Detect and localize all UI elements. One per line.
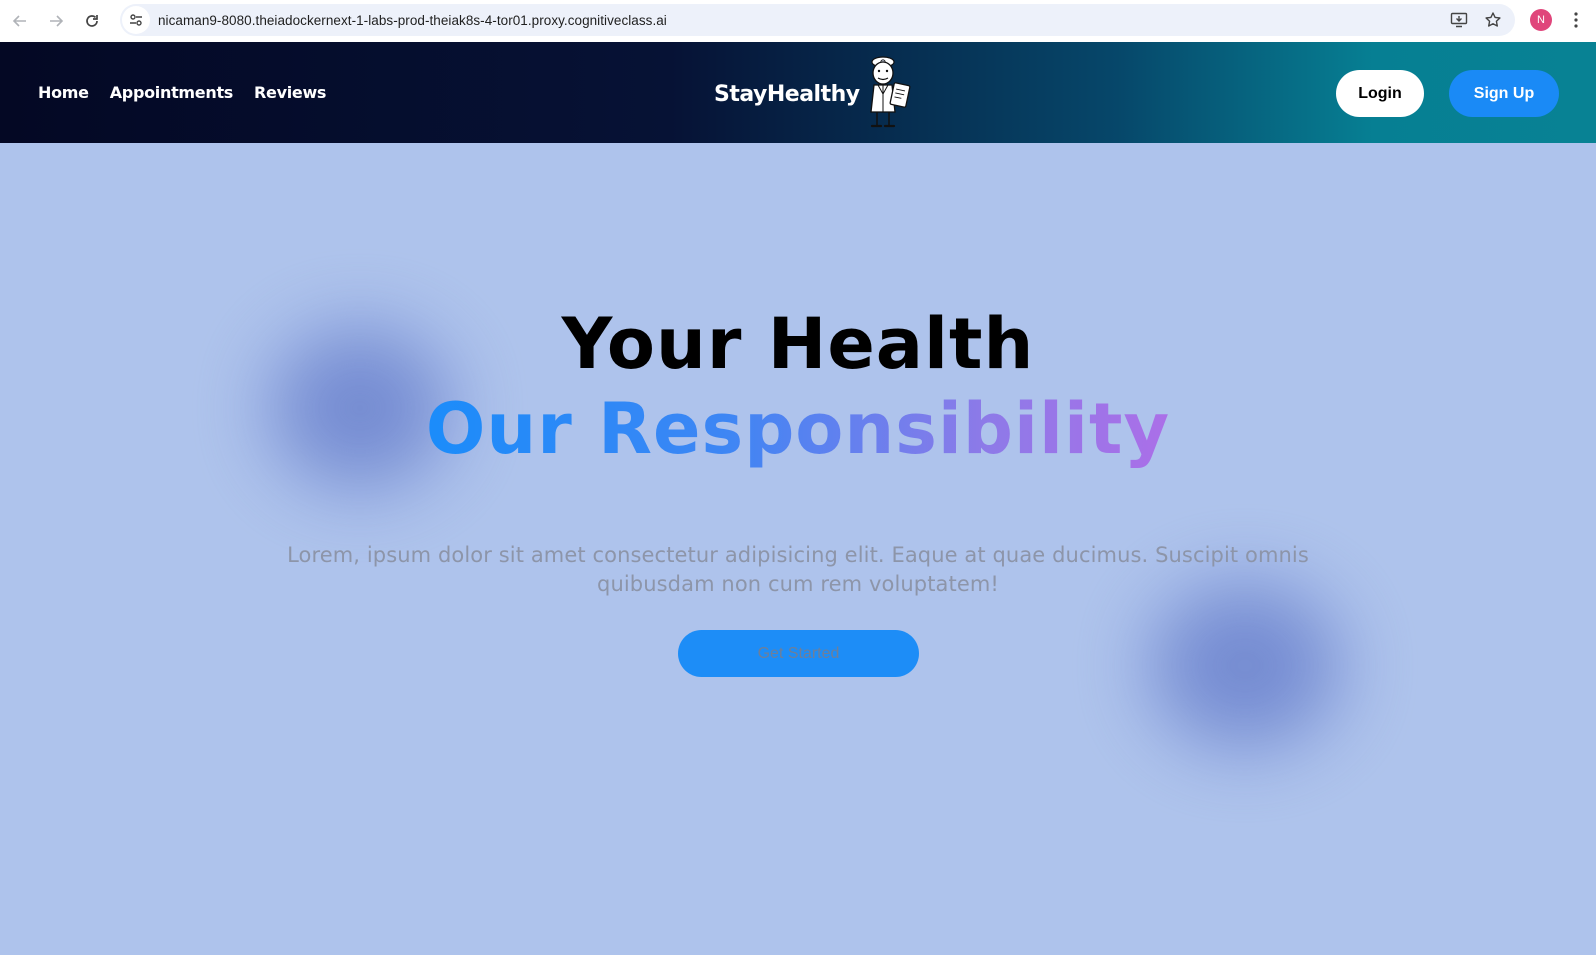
- profile-avatar[interactable]: N: [1530, 9, 1552, 31]
- forward-arrow-icon[interactable]: [38, 3, 74, 39]
- site-info-icon[interactable]: [122, 6, 150, 34]
- hero-paragraph: Lorem, ipsum dolor sit amet consectetur …: [287, 543, 1309, 596]
- more-menu-icon[interactable]: [1566, 9, 1586, 31]
- login-button[interactable]: Login: [1336, 70, 1424, 117]
- url-text[interactable]: nicaman9-8080.theiadockernext-1-labs-pro…: [158, 13, 667, 28]
- signup-button[interactable]: Sign Up: [1449, 70, 1559, 117]
- site-navbar: Home Appointments Reviews StayHealthy Lo…: [0, 42, 1596, 143]
- address-bar[interactable]: nicaman9-8080.theiadockernext-1-labs-pro…: [120, 4, 1515, 36]
- decorative-blob: [1150, 583, 1340, 748]
- nav-link-appointments[interactable]: Appointments: [110, 83, 234, 102]
- bookmark-star-icon[interactable]: [1481, 8, 1505, 32]
- reload-icon[interactable]: [74, 3, 110, 39]
- nav-link-reviews[interactable]: Reviews: [254, 83, 326, 102]
- hero-title: Your Health: [561, 303, 1035, 385]
- nav-link-home[interactable]: Home: [38, 83, 89, 102]
- hero-section: Your Health Our Responsibility Lorem, ip…: [0, 143, 1596, 955]
- get-started-button[interactable]: Get Started: [678, 630, 919, 677]
- doctor-logo-icon: [869, 56, 911, 128]
- browser-toolbar: nicaman9-8080.theiadockernext-1-labs-pro…: [0, 0, 1596, 42]
- hero-subtitle: Our Responsibility: [0, 388, 1596, 470]
- hero-subtitle-text: Our Responsibility: [425, 388, 1171, 470]
- brand[interactable]: StayHealthy: [714, 52, 914, 132]
- back-arrow-icon[interactable]: [2, 3, 38, 39]
- nav-links: Home Appointments Reviews: [38, 42, 326, 143]
- brand-name[interactable]: StayHealthy: [714, 82, 860, 107]
- install-app-icon[interactable]: [1447, 8, 1471, 32]
